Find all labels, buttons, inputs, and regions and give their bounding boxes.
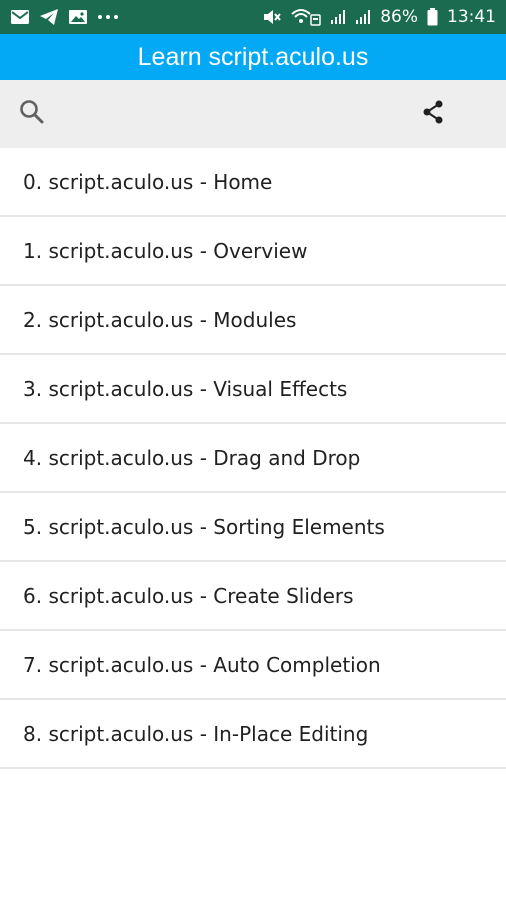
more-dots-icon [97,14,119,20]
mail-icon [10,9,30,25]
battery-percent: 86% [380,7,418,27]
list-item-label: 6. script.aculo.us - Create Sliders [23,583,354,608]
list-item-label: 2. script.aculo.us - Modules [23,307,297,332]
signal-icon [330,9,346,25]
list-item[interactable]: 5. script.aculo.us - Sorting Elements [0,493,506,562]
signal-icon [355,9,371,25]
search-icon [18,98,46,130]
list-item-label: 1. script.aculo.us - Overview [23,238,308,263]
topic-list: 0. script.aculo.us - Home 1. script.acul… [0,148,506,769]
list-item-label: 7. script.aculo.us - Auto Completion [23,652,381,677]
share-button[interactable] [416,97,450,131]
list-item-label: 3. script.aculo.us - Visual Effects [23,376,348,401]
list-item-label: 8. script.aculo.us - In-Place Editing [23,721,369,746]
wifi-icon [291,8,321,26]
list-item[interactable]: 8. script.aculo.us - In-Place Editing [0,700,506,769]
search-button[interactable] [15,97,49,131]
battery-icon [427,8,438,26]
telegram-icon [39,8,59,26]
list-item[interactable]: 1. script.aculo.us - Overview [0,217,506,286]
share-icon [420,99,446,129]
list-item[interactable]: 4. script.aculo.us - Drag and Drop [0,424,506,493]
gallery-icon [68,9,88,25]
status-left [10,8,119,26]
status-bar: 86% 13:41 [0,0,506,34]
status-right: 86% 13:41 [262,7,496,27]
app-title: Learn script.aculo.us [137,42,369,71]
list-item[interactable]: 7. script.aculo.us - Auto Completion [0,631,506,700]
mute-icon [262,8,282,26]
list-item-label: 4. script.aculo.us - Drag and Drop [23,445,361,470]
list-item-label: 5. script.aculo.us - Sorting Elements [23,514,385,539]
list-item[interactable]: 0. script.aculo.us - Home [0,148,506,217]
list-item-label: 0. script.aculo.us - Home [23,169,273,194]
toolbar [0,80,506,148]
app-bar: Learn script.aculo.us [0,34,506,80]
list-item[interactable]: 3. script.aculo.us - Visual Effects [0,355,506,424]
list-item[interactable]: 6. script.aculo.us - Create Sliders [0,562,506,631]
clock: 13:41 [447,7,496,27]
list-item[interactable]: 2. script.aculo.us - Modules [0,286,506,355]
